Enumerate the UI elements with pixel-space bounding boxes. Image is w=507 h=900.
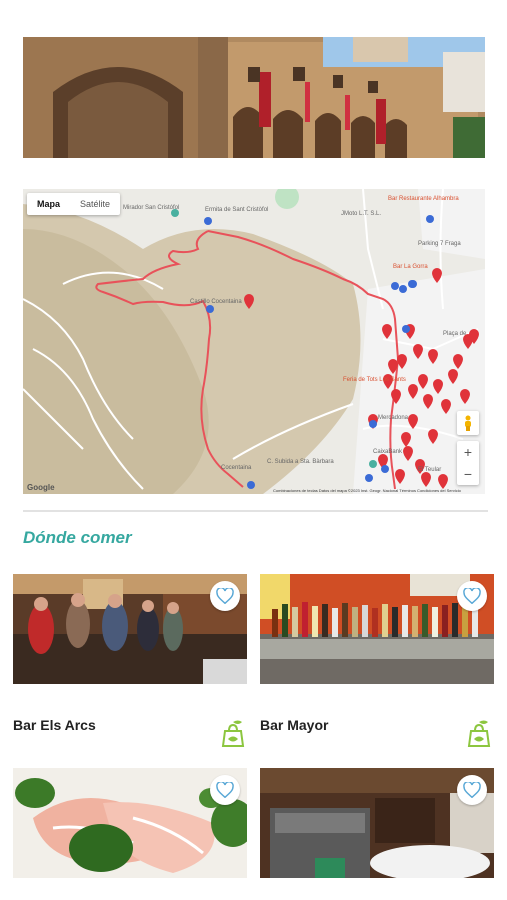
map-label-mirador: Mirador San Cristófol (123, 205, 180, 211)
google-logo: Google (27, 483, 55, 492)
street-view-pegman-icon[interactable] (457, 411, 479, 435)
map-attribution: Combinaciones de teclas Datos del mapa ©… (273, 488, 461, 493)
zoom-control: + − (457, 441, 479, 485)
hero-photo (23, 37, 485, 158)
map-label-cocentaina: Cocentaina (221, 465, 252, 471)
divider (23, 510, 488, 512)
favorite-button[interactable] (457, 581, 487, 611)
favorite-button[interactable] (210, 775, 240, 805)
map-label-parking: Parking 7 Fraga (418, 241, 461, 247)
map-type-satellite[interactable]: Satélite (70, 193, 120, 215)
map-type-map[interactable]: Mapa (27, 193, 70, 215)
map-label-castillo: Castillo Cocentaina (190, 299, 242, 305)
map-label-jmoto: JMoto L.T. S.L. (341, 211, 382, 217)
favorite-button[interactable] (210, 581, 240, 611)
heart-icon (463, 588, 481, 604)
map-label-placa: Plaça de (443, 331, 467, 337)
zoom-in-button[interactable]: + (457, 441, 479, 463)
map-view[interactable]: Mapa Satélite Mirador San Cristófol Ermi… (23, 189, 485, 494)
map-label-el-teular: El Teular (418, 467, 442, 473)
eco-bag-icon (464, 719, 494, 749)
heart-icon (216, 588, 234, 604)
map-type-toggle[interactable]: Mapa Satélite (27, 193, 121, 215)
restaurant-name[interactable]: Bar Els Arcs (13, 717, 96, 733)
map-label-mercadona: Mercadona (378, 415, 409, 421)
map-label-feria: Feria de Tots Los Sants (343, 377, 406, 383)
section-title: Dónde comer (23, 528, 132, 547)
map-label-bar-restaurante: Bar Restaurante Alhambra (388, 196, 459, 202)
status-bar (0, 0, 507, 26)
heart-icon (463, 782, 481, 798)
map-label-bar-la-gorra: Bar La Gorra (393, 264, 428, 270)
map-label-ermita: Ermita de Sant Cristòfol (205, 207, 269, 213)
map-label-caixabank: CaixaBank (373, 449, 403, 455)
favorite-button[interactable] (457, 775, 487, 805)
heart-icon (216, 782, 234, 798)
zoom-out-button[interactable]: − (457, 463, 479, 485)
restaurant-name[interactable]: Bar Mayor (260, 717, 328, 733)
eco-bag-icon (218, 719, 248, 749)
map-label-calle: C. Subida a Sta. Bàrbara (267, 459, 334, 465)
